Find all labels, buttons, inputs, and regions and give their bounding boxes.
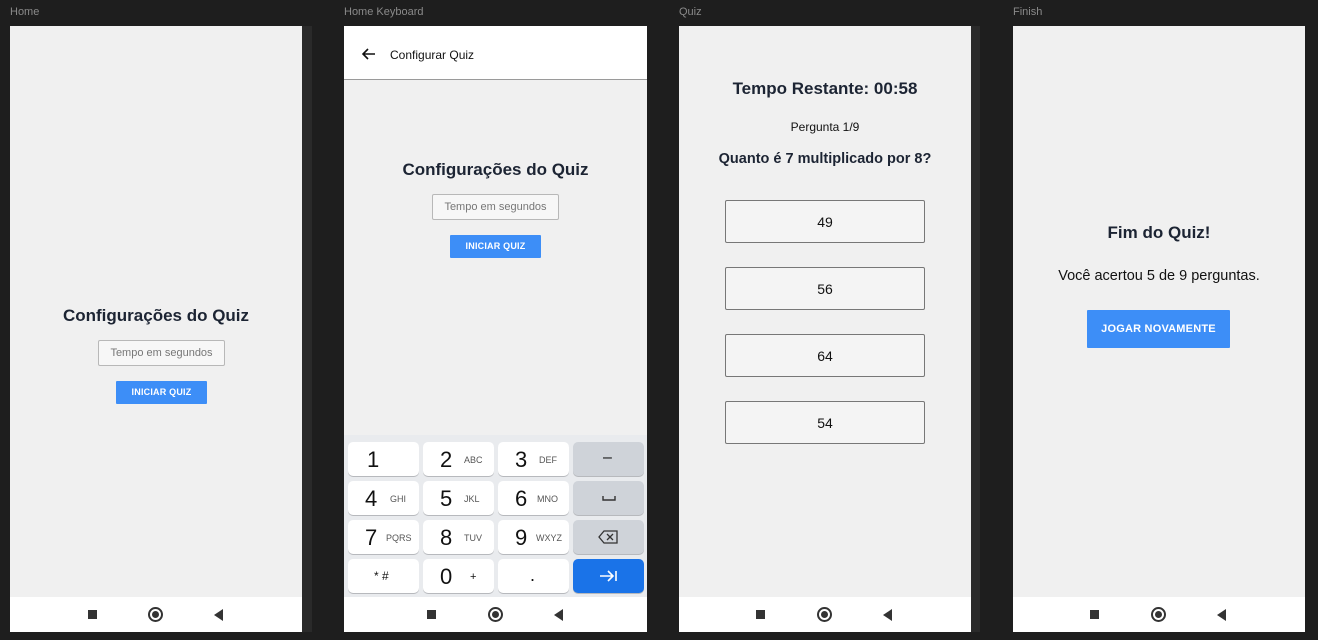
key-label: * #: [374, 569, 389, 583]
key-letters: JKL: [464, 494, 480, 504]
start-quiz-button[interactable]: INICIAR QUIZ: [450, 235, 541, 258]
arrow-back-icon[interactable]: [362, 48, 376, 60]
key-letters: TUV: [464, 533, 482, 543]
key-4[interactable]: 4 GHI: [348, 481, 419, 515]
recent-apps-icon[interactable]: [756, 610, 765, 619]
key-label: –: [603, 449, 612, 466]
key-dot[interactable]: .: [498, 559, 569, 593]
time-input[interactable]: Tempo em segundos: [98, 340, 225, 366]
key-label: 3: [515, 447, 528, 472]
time-input[interactable]: Tempo em segundos: [432, 194, 559, 220]
tab-next-icon: [600, 570, 617, 582]
back-icon[interactable]: [883, 609, 892, 621]
key-1[interactable]: 1: [348, 442, 419, 476]
key-0[interactable]: 0 +: [423, 559, 494, 593]
question-text: Quanto é 7 multiplicado por 8?: [718, 151, 932, 167]
frame-edge: [971, 26, 980, 632]
home-screen: Configurações do Quiz Tempo em segundos …: [10, 26, 302, 632]
frame-label-keyboard: Home Keyboard: [344, 6, 424, 18]
key-label: 2: [440, 447, 453, 472]
question-progress: Pergunta 1/9: [790, 120, 860, 134]
key-7[interactable]: 7 PQRS: [348, 520, 419, 554]
result-text: Você acertou 5 de 9 perguntas.: [1058, 268, 1260, 284]
android-nav-bar: [344, 597, 647, 632]
key-label: 5: [440, 486, 453, 511]
back-icon[interactable]: [1217, 609, 1226, 621]
backspace-icon: [598, 530, 618, 544]
back-icon[interactable]: [214, 609, 223, 621]
answer-option[interactable]: 64: [725, 334, 925, 377]
back-icon[interactable]: [554, 609, 563, 621]
key-2[interactable]: 2 ABC: [423, 442, 494, 476]
key-letters: GHI: [390, 494, 407, 504]
quiz-screen: Tempo Restante: 00:58 Pergunta 1/9 Quant…: [679, 26, 971, 632]
timer-text: Tempo Restante: 00:58: [732, 79, 918, 98]
home-icon[interactable]: [1151, 607, 1166, 622]
finish-screen: Fim do Quiz! Você acertou 5 de 9 pergunt…: [1013, 26, 1305, 632]
key-letters: DEF: [539, 455, 557, 465]
start-quiz-button[interactable]: INICIAR QUIZ: [116, 381, 207, 404]
key-label: .: [530, 565, 536, 585]
key-label: 7: [365, 525, 378, 550]
config-screen: Configurar Quiz Configurações do Quiz Te…: [344, 26, 647, 632]
key-space[interactable]: [573, 481, 644, 515]
key-next[interactable]: [573, 559, 644, 593]
frame-label-quiz: Quiz: [679, 6, 702, 18]
key-letters: MNO: [537, 494, 558, 504]
key-letters: WXYZ: [536, 533, 562, 543]
key-label: 4: [365, 486, 378, 511]
frame-label-finish: Finish: [1013, 6, 1043, 18]
recent-apps-icon[interactable]: [88, 610, 97, 619]
space-icon: [602, 496, 616, 501]
app-bar: Configurar Quiz: [344, 26, 647, 80]
answer-option[interactable]: 54: [725, 401, 925, 444]
key-label: 1: [367, 447, 380, 472]
config-title: Configurações do Quiz: [402, 160, 589, 179]
key-label: 6: [515, 486, 528, 511]
key-letters: +: [470, 571, 477, 583]
key-label: 9: [515, 525, 528, 550]
recent-apps-icon[interactable]: [1090, 610, 1099, 619]
key-label: 0: [440, 564, 453, 589]
answer-option[interactable]: 49: [725, 200, 925, 243]
key-9[interactable]: 9 WXYZ: [498, 520, 569, 554]
frame-label-home: Home: [10, 6, 40, 18]
key-letters: PQRS: [386, 533, 412, 543]
key-3[interactable]: 3 DEF: [498, 442, 569, 476]
answer-option[interactable]: 56: [725, 267, 925, 310]
key-symbols[interactable]: * #: [348, 559, 419, 593]
android-nav-bar: [1013, 597, 1305, 632]
frame-edge: [302, 26, 312, 632]
android-nav-bar: [679, 597, 971, 632]
key-6[interactable]: 6 MNO: [498, 481, 569, 515]
key-5[interactable]: 5 JKL: [423, 481, 494, 515]
play-again-button[interactable]: JOGAR NOVAMENTE: [1087, 310, 1230, 348]
home-title: Configurações do Quiz: [62, 306, 250, 325]
numeric-keyboard: 1 2 ABC 3 DEF – 4 GHI 5 JKL 6 MNO 7 PQRS…: [344, 435, 647, 597]
key-label: 8: [440, 525, 453, 550]
key-letters: ABC: [464, 455, 483, 465]
android-nav-bar: [10, 597, 302, 632]
home-icon[interactable]: [148, 607, 163, 622]
key-8[interactable]: 8 TUV: [423, 520, 494, 554]
key-backspace[interactable]: [573, 520, 644, 554]
key-minus[interactable]: –: [573, 442, 644, 476]
home-icon[interactable]: [488, 607, 503, 622]
home-icon[interactable]: [817, 607, 832, 622]
app-bar-title: Configurar Quiz: [390, 48, 475, 62]
finish-title: Fim do Quiz!: [1107, 223, 1211, 242]
recent-apps-icon[interactable]: [427, 610, 436, 619]
